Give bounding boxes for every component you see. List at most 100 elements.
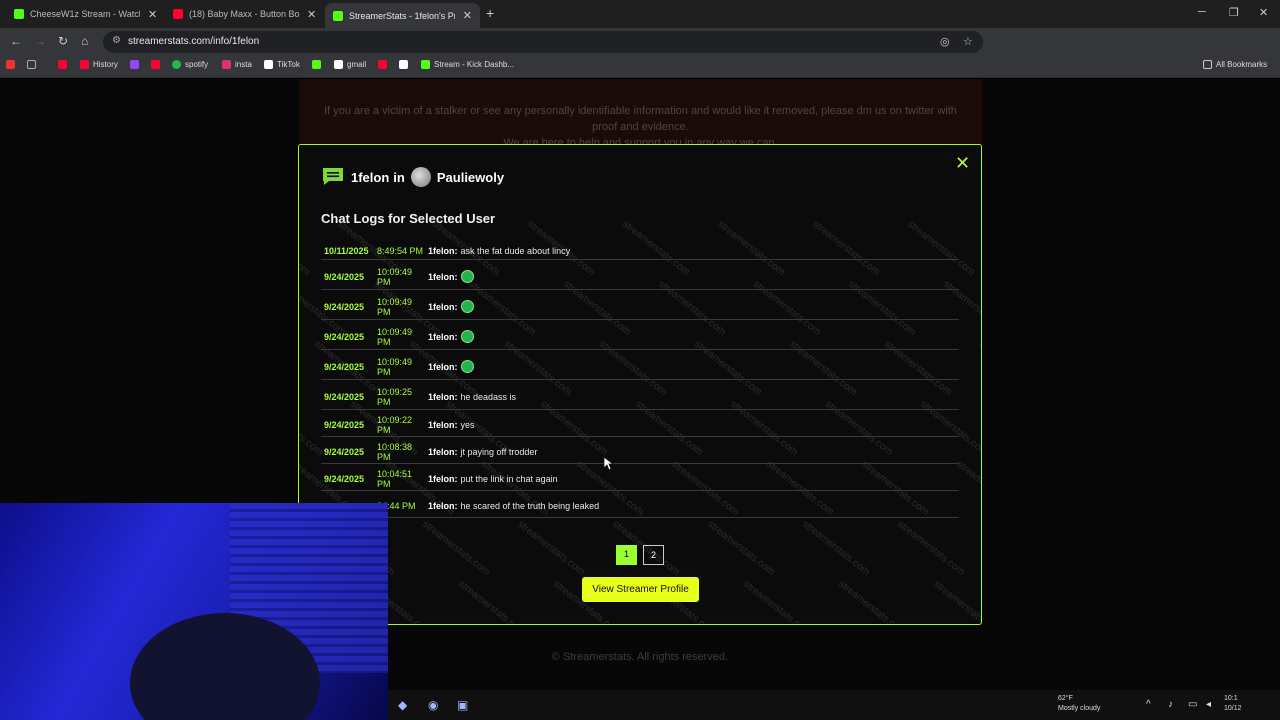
- close-tab-icon[interactable]: ✕: [307, 8, 316, 21]
- youtube-icon: [378, 60, 387, 69]
- clock-time: 10:1: [1224, 695, 1238, 702]
- bookmark-item[interactable]: [151, 60, 164, 69]
- weather-widget[interactable]: 62°F Mostly cloudy: [1058, 694, 1100, 714]
- tab-strip: CheeseW1z Stream - Watch Li ✕ (18) Baby …: [0, 0, 1280, 28]
- clock-date: 10/12: [1224, 705, 1242, 712]
- bookmark-item[interactable]: [399, 60, 412, 69]
- emote-icon: [460, 270, 474, 283]
- page-2-button[interactable]: 2: [643, 545, 664, 565]
- log-username: 1felon:: [428, 474, 458, 484]
- bookmark-item[interactable]: Stream - Kick Dashb...: [421, 60, 514, 69]
- pagination: 1 2: [616, 545, 670, 565]
- spotify-icon: [172, 60, 181, 69]
- log-username: 1felon:: [428, 501, 458, 511]
- view-streamer-profile-button[interactable]: View Streamer Profile: [582, 577, 699, 602]
- toolbar: ← → ↻ ⌂ ⚙ streamerstats.com/info/1felon …: [0, 28, 1280, 76]
- log-message: ask the fat dude about lincy: [460, 246, 571, 256]
- log-message: put the link in chat again: [460, 474, 558, 484]
- bookmark-item[interactable]: [312, 60, 325, 69]
- apps-icon[interactable]: [6, 60, 19, 69]
- log-time: 10:09:22 PM: [377, 415, 413, 435]
- all-bookmarks[interactable]: All Bookmarks: [1203, 60, 1267, 69]
- chat-log-row: 9/24/2025 10:04:51 PM 1felon: put the link …: [321, 464, 959, 491]
- webcam-overlay: [0, 503, 388, 720]
- log-username: 1felon:: [428, 301, 458, 312]
- log-message: yes: [460, 420, 475, 430]
- mic-icon[interactable]: ♪: [1168, 699, 1173, 710]
- tab-streamerstats[interactable]: StreamerStats - 1felon's Profile ✕: [325, 3, 480, 28]
- watermark-text: streamerstats.com: [931, 579, 981, 624]
- bookmark-item[interactable]: insta: [222, 60, 252, 69]
- address-bar[interactable]: ⚙ streamerstats.com/info/1felon ◎ ☆: [103, 31, 983, 53]
- bookmark-item[interactable]: [58, 60, 71, 69]
- log-time: 10:09:49 PM: [377, 266, 413, 287]
- bookmark-item[interactable]: spotify: [172, 60, 208, 69]
- weather-temp: 62°F: [1058, 695, 1073, 702]
- modal-header: 1felon in Pauliewoly: [321, 167, 504, 187]
- x-icon: [399, 60, 408, 69]
- emote-icon: [460, 360, 474, 373]
- bookmark-item[interactable]: History: [80, 60, 118, 69]
- site-info-icon[interactable]: ⚙: [112, 35, 121, 46]
- banner-text: proof and evidence.: [592, 121, 689, 133]
- log-time: 10:08:38 PM: [377, 442, 413, 462]
- streamer-name[interactable]: Pauliewoly: [437, 170, 504, 185]
- bookmark-star-icon[interactable]: ☆: [963, 35, 973, 48]
- new-tab-button[interactable]: +: [486, 5, 494, 21]
- tiktok-icon: [264, 60, 273, 69]
- chat-log-list: 10/11/2025 8:49:54 PM 1felon: ask the fat d…: [321, 243, 959, 518]
- bookmark-label: All Bookmarks: [1216, 60, 1268, 69]
- bookmark-item[interactable]: [130, 60, 143, 69]
- kick-icon: [333, 10, 343, 21]
- tab-title: CheeseW1z Stream - Watch Li: [30, 9, 140, 19]
- bookmark-item[interactable]: gmail: [334, 60, 366, 69]
- bookmark-label: spotify: [185, 60, 209, 69]
- system-clock[interactable]: 10:1 10/12: [1224, 694, 1242, 714]
- close-tab-icon[interactable]: ✕: [148, 8, 157, 21]
- emote-icon: [460, 300, 474, 313]
- tab-youtube[interactable]: (18) Baby Maxx - Button Boys ( ✕: [165, 3, 324, 25]
- log-username: 1felon:: [428, 447, 458, 457]
- watermark-text: streamerstats.com: [741, 579, 813, 624]
- minimize-button[interactable]: ─: [1198, 6, 1206, 18]
- youtube-icon: [80, 60, 89, 69]
- close-icon[interactable]: ✕: [955, 153, 970, 174]
- chat-log-row: 9/24/2025 10:09:22 PM 1felon: yes: [321, 410, 959, 437]
- log-username: 1felon:: [428, 331, 458, 342]
- log-time: 8:49:54 PM: [377, 246, 424, 256]
- back-icon[interactable]: ←: [10, 34, 22, 48]
- banner-text: If you are a victim of a stalker or see …: [324, 105, 957, 117]
- weather-desc: Mostly cloudy: [1058, 705, 1101, 712]
- bookmark-label: TikTok: [277, 60, 300, 69]
- chevron-up-icon[interactable]: ^: [1146, 699, 1151, 710]
- app-icon[interactable]: ▣: [457, 698, 468, 712]
- chat-log-row: 9/24/2025 10:09:49 PM 1felon:: [321, 290, 959, 320]
- url-text: streamerstats.com/info/1felon: [128, 36, 260, 47]
- page-1-button[interactable]: 1: [616, 545, 637, 565]
- tab-kick-stream[interactable]: CheeseW1z Stream - Watch Li ✕: [6, 3, 165, 25]
- grid-icon[interactable]: [27, 60, 40, 69]
- log-date: 9/24/2025: [324, 420, 365, 430]
- close-window-button[interactable]: ✕: [1259, 6, 1268, 19]
- network-icon[interactable]: ▭: [1188, 699, 1197, 710]
- bookmark-item[interactable]: [378, 60, 391, 69]
- reload-icon[interactable]: ↻: [58, 34, 68, 48]
- bookmark-label: History: [93, 60, 118, 69]
- volume-icon[interactable]: ◂: [1206, 699, 1211, 710]
- kick-icon: [421, 60, 430, 69]
- kick-icon: [312, 60, 321, 69]
- eye-off-icon[interactable]: ◎: [940, 35, 950, 48]
- maximize-button[interactable]: ❐: [1229, 6, 1239, 19]
- chat-log-row: 10/11/2025 8:49:54 PM 1felon: ask the fat d…: [321, 243, 959, 260]
- watermark-text: streamerstats.com: [705, 519, 777, 578]
- watermark-text: streamerstats.com: [515, 519, 587, 578]
- close-tab-icon[interactable]: ✕: [463, 9, 472, 22]
- log-time: 10:09:49 PM: [377, 326, 413, 347]
- tab-title: StreamerStats - 1felon's Profile: [349, 10, 455, 21]
- app-icon[interactable]: ◆: [398, 698, 407, 712]
- forward-icon[interactable]: →: [34, 34, 46, 48]
- steam-icon[interactable]: ◉: [428, 698, 438, 712]
- bookmark-item[interactable]: TikTok: [264, 60, 300, 69]
- home-icon[interactable]: ⌂: [81, 34, 88, 48]
- log-username: 1felon:: [428, 420, 458, 430]
